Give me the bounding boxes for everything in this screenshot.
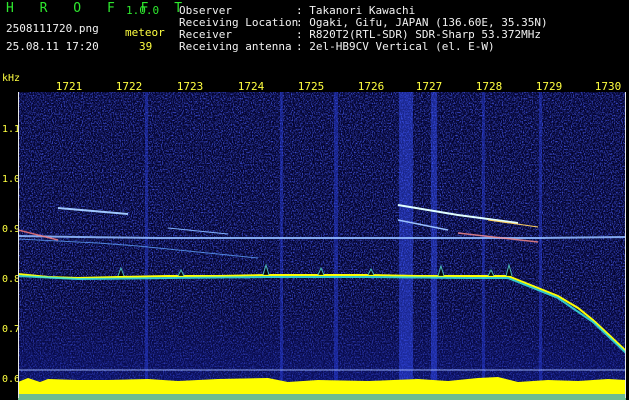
info-antenna-key: Receiving antenna — [179, 40, 292, 53]
meteor-count: 39 — [139, 40, 153, 53]
file-name: 2508111720.png — [6, 22, 99, 35]
info-antenna-value: : 2el-HB9CV Vertical (el. E-W) — [296, 40, 495, 53]
app-version: 1.0.0 — [126, 4, 160, 17]
hrofft-window: H R O F F T 1.0.0 2508111720.png meteor … — [0, 0, 629, 400]
capture-datetime: 25.08.11 17:20 — [6, 40, 99, 53]
app-title: H R O F F T — [6, 1, 192, 16]
spectrogram-plot — [18, 92, 626, 400]
meteor-label: meteor — [125, 26, 165, 39]
